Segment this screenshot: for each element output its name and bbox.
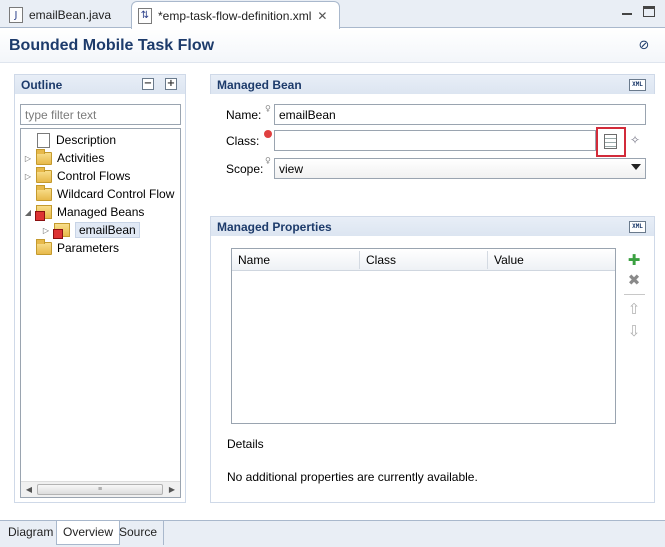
editor-tab-bar: J emailBean.java ⇅ *emp-task-flow-defini…: [0, 0, 665, 29]
required-hint-icon: ♀: [265, 104, 271, 113]
name-label: Name:: [226, 108, 262, 122]
outline-title: Outline: [21, 78, 63, 92]
column-header-name[interactable]: Name: [238, 253, 270, 267]
column-header-value[interactable]: Value: [494, 253, 524, 267]
table-header: Name Class Value: [232, 249, 615, 271]
tab-overview[interactable]: Overview: [56, 521, 121, 545]
folder-icon: [36, 148, 52, 165]
scope-value: view: [279, 162, 304, 176]
managed-properties-table[interactable]: Name Class Value: [231, 248, 616, 424]
chevron-down-icon: [631, 164, 641, 170]
tab-source[interactable]: Source: [113, 521, 165, 545]
managed-properties-section-header: Managed Properties XML: [210, 216, 655, 236]
move-down-icon[interactable]: ⇩: [626, 323, 642, 339]
name-field[interactable]: emailBean: [274, 104, 646, 125]
details-label: Details: [227, 437, 264, 451]
delete-icon[interactable]: ✖: [626, 272, 642, 288]
tab-label: *emp-task-flow-definition.xml: [158, 8, 312, 23]
tree-item-label: Managed Beans: [57, 205, 145, 219]
tree-item-control-flows[interactable]: ▷ Control Flows: [23, 166, 131, 185]
editor-header: Bounded Mobile Task Flow ⊘: [0, 29, 665, 63]
bean-icon: [53, 223, 70, 239]
xml-source-icon[interactable]: XML: [629, 221, 646, 233]
collapse-arrow-icon[interactable]: ◢: [23, 208, 33, 217]
close-icon[interactable]: ✕: [317, 9, 327, 23]
tree-item-description[interactable]: Description: [23, 131, 116, 149]
browse-class-icon: [604, 134, 617, 149]
browse-class-button[interactable]: [596, 127, 626, 157]
tab-diagram[interactable]: Diagram: [2, 521, 61, 545]
tab-emailbean-java[interactable]: J emailBean.java: [3, 2, 131, 28]
column-header-class[interactable]: Class: [366, 253, 396, 267]
tree-item-label: Activities: [57, 151, 105, 165]
minimize-icon[interactable]: [621, 6, 633, 18]
add-icon[interactable]: ✚: [626, 252, 642, 268]
horizontal-scrollbar[interactable]: ◀ ≡ ▶: [21, 481, 180, 497]
document-icon: [37, 132, 50, 148]
bottom-tab-bar: Diagram Overview Source: [0, 520, 665, 547]
tree-item-label: Description: [56, 133, 117, 147]
toolbar-divider: [624, 294, 645, 295]
details-text: No additional properties are currently a…: [227, 470, 478, 484]
managed-bean-title: Managed Bean: [217, 78, 302, 92]
tree-item-label: Wildcard Control Flow: [57, 187, 175, 201]
managed-properties-title: Managed Properties: [217, 220, 332, 234]
expand-arrow-icon[interactable]: ▷: [23, 154, 33, 163]
tree-item-wildcard-control-flow[interactable]: Wildcard Control Flow: [23, 184, 175, 203]
error-icon: [264, 130, 272, 138]
page-title: Bounded Mobile Task Flow: [9, 37, 215, 54]
tab-label: emailBean.java: [29, 8, 112, 22]
expand-all-icon[interactable]: +: [165, 78, 177, 90]
scope-label: Scope:: [226, 162, 264, 176]
column-divider: [487, 251, 488, 269]
outline-section-header: Outline − +: [14, 74, 186, 94]
scope-select[interactable]: view: [274, 158, 646, 179]
task-flow-icon: ⇅: [138, 7, 152, 24]
filter-off-icon[interactable]: ⊘: [636, 38, 652, 54]
folder-icon: [36, 184, 52, 201]
tree-item-emailbean[interactable]: ▷ emailBean: [41, 221, 140, 239]
tree-item-activities[interactable]: ▷ Activities: [23, 148, 105, 167]
tree-item-managed-beans[interactable]: ◢ Managed Beans: [23, 203, 144, 221]
collapse-all-icon[interactable]: −: [142, 78, 154, 90]
managed-bean-section-header: Managed Bean XML: [210, 74, 655, 94]
tree-item-label: Control Flows: [57, 169, 131, 183]
java-file-icon: J: [9, 7, 23, 23]
maximize-icon[interactable]: [643, 6, 655, 17]
expand-arrow-icon[interactable]: ▷: [41, 226, 51, 235]
tree-item-label: emailBean: [75, 222, 140, 238]
filter-input[interactable]: type filter text: [20, 104, 181, 125]
tree-item-parameters[interactable]: Parameters: [23, 238, 120, 257]
xml-source-icon[interactable]: XML: [629, 79, 646, 91]
scroll-left-icon[interactable]: ◀: [23, 484, 35, 496]
outline-tree[interactable]: Description ▷ Activities ▷ Control Flows…: [20, 128, 181, 498]
expand-arrow-icon[interactable]: ▷: [23, 172, 33, 181]
tab-task-flow-definition[interactable]: ⇅ *emp-task-flow-definition.xml ✕: [131, 1, 340, 29]
managed-beans-icon: [35, 205, 52, 221]
folder-icon: [36, 166, 52, 183]
tree-item-label: Parameters: [57, 241, 120, 255]
window-controls: [621, 6, 655, 18]
column-divider: [359, 251, 360, 269]
folder-icon: [36, 238, 52, 255]
generate-class-icon[interactable]: ✧: [627, 133, 643, 149]
move-up-icon[interactable]: ⇧: [626, 301, 642, 317]
required-hint-icon: ♀: [265, 156, 271, 165]
scrollbar-thumb[interactable]: ≡: [37, 484, 163, 495]
scroll-right-icon[interactable]: ▶: [166, 484, 178, 496]
class-label: Class:: [226, 134, 260, 148]
class-field[interactable]: [274, 130, 596, 151]
